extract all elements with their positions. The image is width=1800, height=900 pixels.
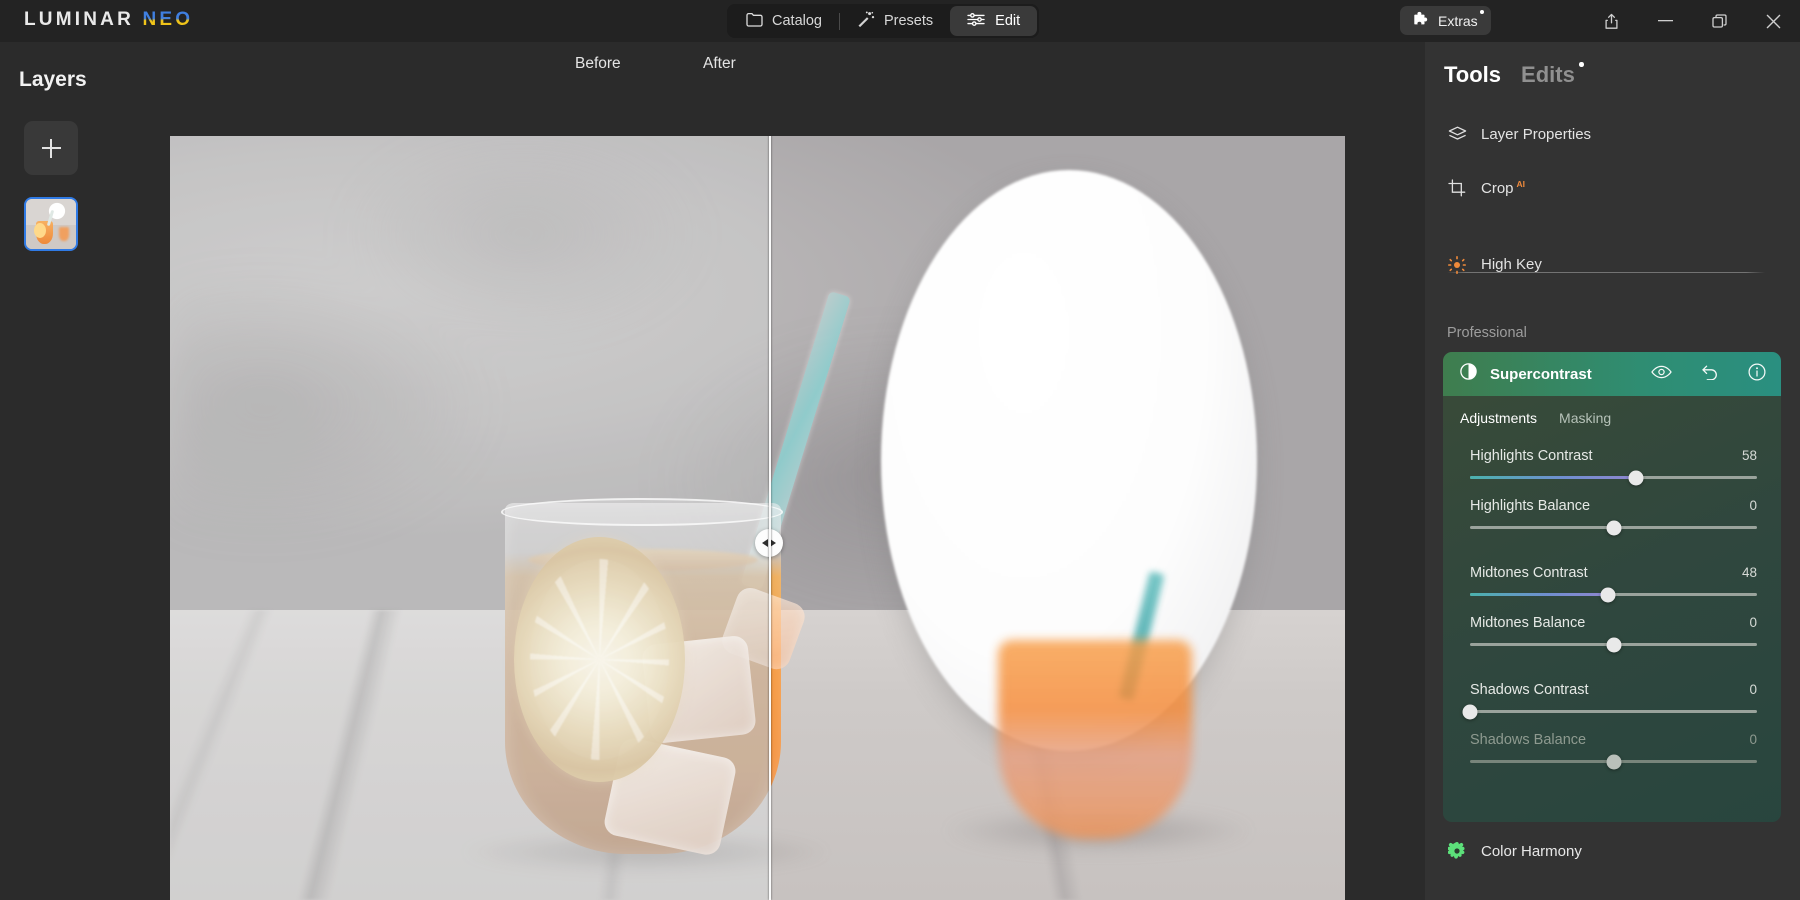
slider-fill [1470,476,1636,479]
tool-layer-properties[interactable]: Layer Properties [1425,108,1800,161]
extras-label: Extras [1438,13,1478,29]
tab-adjustments[interactable]: Adjustments [1460,410,1537,426]
canvas-area: Before After [170,42,1425,900]
mode-presets[interactable]: Presets [840,6,950,36]
minimize-icon[interactable] [1638,0,1692,42]
layer-thumbnail[interactable] [24,197,78,251]
slider-track[interactable] [1470,593,1757,596]
tab-tools[interactable]: Tools [1444,62,1501,88]
extras-badge-dot [1480,10,1484,14]
mode-presets-label: Presets [884,13,933,29]
image-preview[interactable] [170,136,1345,900]
tool-list: Layer Properties CropAI [1425,108,1800,214]
sliders-icon [967,12,986,31]
slider-label: Highlights Balance [1470,498,1590,514]
slider-label: Midtones Balance [1470,615,1585,631]
slider-knob[interactable] [1606,637,1621,652]
after-label: After [703,55,736,73]
tools-edits-tabs: Tools Edits [1425,56,1800,94]
layers-icon [1447,126,1467,143]
slider-midtones-balance: Midtones Balance 0 [1470,615,1757,646]
folder-icon [746,12,763,31]
close-icon[interactable] [1746,0,1800,42]
mode-catalog[interactable]: Catalog [729,6,839,36]
layers-panel: Layers [0,42,170,900]
crop-ai-badge: AI [1517,179,1526,189]
tab-edits-label: Edits [1521,62,1575,87]
slider-track[interactable] [1470,710,1757,713]
tool-layer-properties-label: Layer Properties [1481,126,1591,143]
color-harmony-icon [1447,842,1467,860]
slider-fill [1470,593,1608,596]
slider-track[interactable] [1470,526,1757,529]
tab-edits-badge-dot [1579,62,1584,67]
left-arrow-icon [762,539,768,547]
supercontrast-sliders: Highlights Contrast 58 Highlights Balance 0… [1443,440,1781,763]
slider-knob[interactable] [1600,587,1615,602]
slider-midtones-contrast: Midtones Contrast 48 [1470,565,1757,596]
logo-main: LUMINAR [24,9,134,30]
slider-label: Midtones Contrast [1470,565,1588,581]
slider-value: 58 [1742,448,1757,463]
tool-crop-label: Crop [1481,180,1514,197]
slider-knob[interactable] [1606,754,1621,769]
supercontrast-card: Supercontrast [1443,352,1781,822]
window-controls [1584,0,1800,42]
slider-shadows-contrast: Shadows Contrast 0 [1470,682,1757,713]
slider-knob[interactable] [1606,520,1621,535]
category-label-professional: Professional [1447,325,1527,341]
extras-button[interactable]: Extras [1400,6,1491,35]
mode-edit[interactable]: Edit [950,6,1037,36]
layers-title: Layers [19,68,87,92]
slider-track[interactable] [1470,476,1757,479]
before-after-labels: Before After [170,55,1425,85]
slider-label: Shadows Balance [1470,732,1586,748]
slider-value: 0 [1749,615,1757,630]
slider-track[interactable] [1470,643,1757,646]
slider-highlights-contrast: Highlights Contrast 58 [1470,448,1757,479]
logo-accent: NEO [142,9,193,30]
puzzle-piece-icon [1413,11,1430,30]
supercontrast-tabs: Adjustments Masking [1443,396,1781,440]
app-logo: LUMINAR NEO [24,9,193,31]
supercontrast-header[interactable]: Supercontrast [1443,352,1781,396]
mode-edit-label: Edit [995,13,1020,29]
share-icon[interactable] [1584,0,1638,42]
tool-color-harmony[interactable]: Color Harmony [1447,842,1582,860]
crop-icon [1447,179,1467,197]
tab-masking[interactable]: Masking [1559,410,1611,426]
eye-icon[interactable] [1651,365,1672,384]
slider-knob[interactable] [1463,704,1478,719]
tool-crop[interactable]: CropAI [1425,161,1800,214]
undo-icon[interactable] [1701,364,1719,385]
slider-shadows-balance: Shadows Balance 0 [1470,732,1757,763]
tool-high-key[interactable]: High Key [1425,238,1800,291]
slider-value: 0 [1749,498,1757,513]
magic-wand-icon [857,11,875,31]
tool-high-key-label: High Key [1481,256,1542,273]
supercontrast-title: Supercontrast [1490,366,1622,383]
before-label: Before [575,55,621,73]
add-layer-button[interactable] [24,121,78,175]
tool-color-harmony-label: Color Harmony [1481,843,1582,860]
slider-label: Highlights Contrast [1470,448,1593,464]
title-bar: LUMINAR NEO Catalog [0,0,1800,42]
luminar-neo-window: LUMINAR NEO Catalog [0,0,1800,900]
mode-catalog-label: Catalog [772,13,822,29]
tab-edits[interactable]: Edits [1521,62,1575,88]
maximize-icon[interactable] [1692,0,1746,42]
slider-value: 0 [1749,732,1757,747]
slider-label: Shadows Contrast [1470,682,1588,698]
slider-value: 0 [1749,682,1757,697]
high-key-icon [1447,256,1467,274]
slider-knob[interactable] [1629,470,1644,485]
slider-track[interactable] [1470,760,1757,763]
tab-tools-label: Tools [1444,62,1501,87]
slider-highlights-balance: Highlights Balance 0 [1470,498,1757,529]
info-icon[interactable] [1748,363,1766,386]
contrast-icon [1460,363,1477,385]
mode-switcher: Catalog Presets [727,4,1039,38]
tools-panel: Tools Edits Layer Properties [1425,42,1800,900]
slider-value: 48 [1742,565,1757,580]
